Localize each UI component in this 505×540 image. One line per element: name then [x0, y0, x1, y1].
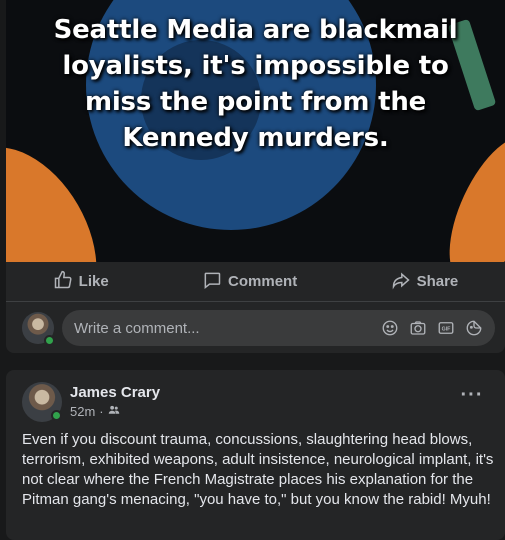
post-time[interactable]: 52m — [70, 404, 95, 419]
share-label: Share — [416, 273, 459, 290]
emoji-icon[interactable] — [381, 319, 399, 337]
post-body: Even if you discount trauma, concussions… — [22, 431, 494, 508]
share-button[interactable]: Share — [371, 264, 479, 300]
share-icon — [391, 270, 411, 294]
more-options-button[interactable]: ··· — [458, 384, 486, 412]
post-card-2: James Crary 52m · ··· Even if you discou… — [6, 370, 505, 540]
separator-dot: · — [99, 404, 104, 419]
like-icon — [53, 270, 73, 294]
camera-icon[interactable] — [409, 319, 427, 337]
image-caption: Seattle Media are blackmail loyalists, i… — [53, 15, 458, 153]
online-status-dot — [44, 335, 55, 346]
author-name[interactable]: James Crary — [70, 384, 160, 401]
post-image[interactable]: Seattle Media are blackmail loyalists, i… — [6, 0, 505, 262]
comment-button[interactable]: Comment — [182, 264, 317, 300]
post-card: Seattle Media are blackmail loyalists, i… — [6, 0, 505, 353]
like-button[interactable]: Like — [33, 264, 129, 300]
friends-icon[interactable] — [108, 404, 120, 419]
post-meta: 52m · — [70, 404, 120, 419]
post-actions-bar: Like Comment Share — [6, 262, 505, 302]
comment-label: Comment — [228, 273, 298, 290]
svg-text:GIF: GIF — [442, 327, 452, 333]
comment-placeholder: Write a comment... — [74, 319, 200, 337]
comment-composer: Write a comment... GIF — [6, 308, 505, 348]
comment-input[interactable]: Write a comment... GIF — [62, 310, 495, 346]
comment-input-icons: GIF — [381, 319, 495, 337]
sticker-icon[interactable] — [465, 319, 483, 337]
gif-icon[interactable]: GIF — [437, 319, 455, 337]
online-status-dot — [51, 410, 62, 421]
like-label: Like — [78, 273, 109, 290]
comment-icon — [202, 270, 222, 294]
